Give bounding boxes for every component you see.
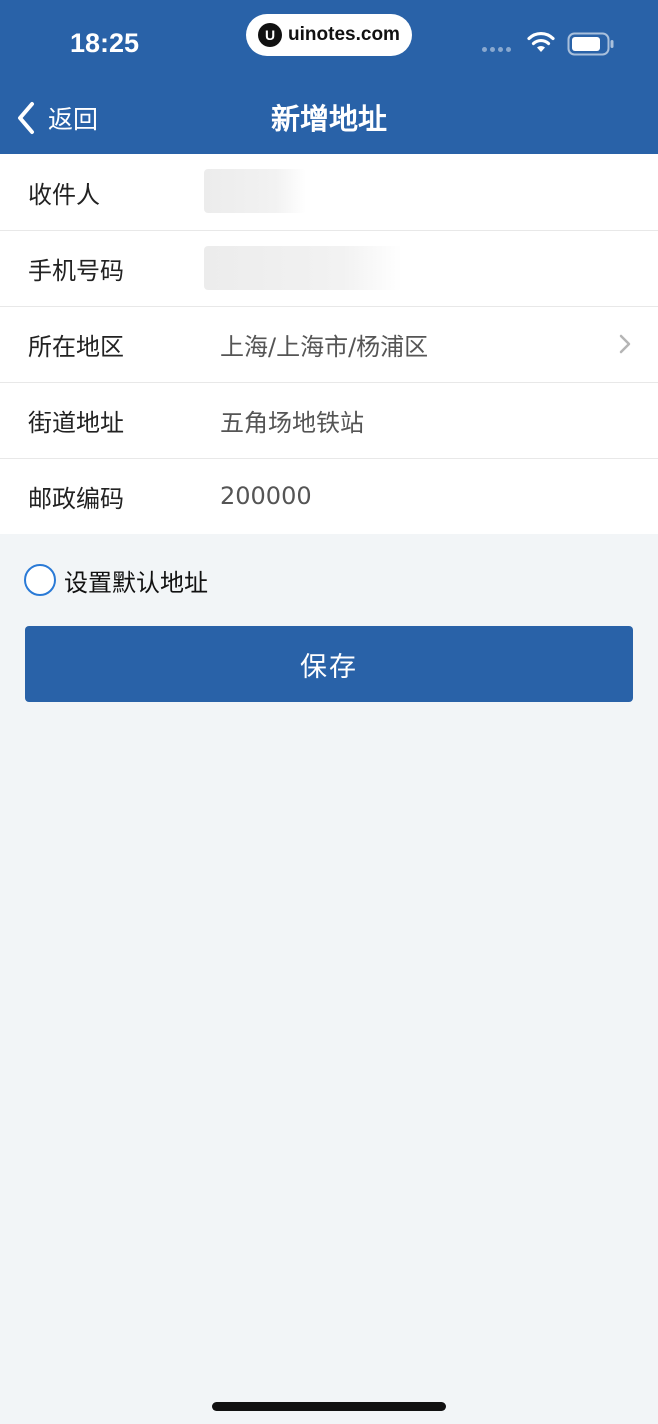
recipient-label: 收件人 (28, 180, 100, 209)
site-logo-icon: U (258, 23, 283, 47)
region-selector[interactable]: 所在地区 上海/上海市/杨浦区 (0, 306, 658, 382)
street-label: 街道地址 (28, 408, 124, 437)
postcode-label: 邮政编码 (28, 484, 124, 513)
page-title: 新增地址 (270, 102, 387, 136)
region-value: 上海/上海市/杨浦区 (220, 332, 429, 361)
region-label: 所在地区 (28, 332, 124, 361)
status-time: 18:25 (70, 28, 140, 58)
postcode-value: 200000 (220, 482, 312, 510)
wifi-icon (527, 31, 555, 52)
radio-unchecked-icon[interactable] (24, 564, 56, 596)
url-text: uinotes.com (288, 24, 400, 45)
chevron-right-icon (619, 334, 631, 354)
phone-value-redacted (204, 246, 402, 290)
address-form: 收件人 手机号码 所在地区 上海/上海市/杨浦区 街道地址 五角场地铁站 邮政编… (0, 154, 658, 534)
default-address-toggle[interactable]: 设置默认地址 (24, 563, 208, 597)
street-value: 五角场地铁站 (220, 408, 364, 437)
header-bar: 18:25 U uinotes.com 返回 新增地址 (0, 0, 658, 154)
recipient-value-redacted (204, 169, 306, 213)
save-button[interactable]: 保存 (25, 626, 633, 702)
street-field[interactable]: 街道地址 五角场地铁站 (0, 382, 658, 458)
default-address-label: 设置默认地址 (64, 568, 208, 597)
signal-dots-icon (482, 47, 511, 52)
phone-label: 手机号码 (28, 256, 124, 285)
postcode-field[interactable]: 邮政编码 200000 (0, 458, 658, 534)
phone-field[interactable]: 手机号码 (0, 230, 658, 306)
battery-icon (567, 32, 614, 56)
recipient-field[interactable]: 收件人 (0, 154, 658, 230)
home-indicator (212, 1402, 446, 1411)
url-pill[interactable]: U uinotes.com (246, 14, 412, 56)
